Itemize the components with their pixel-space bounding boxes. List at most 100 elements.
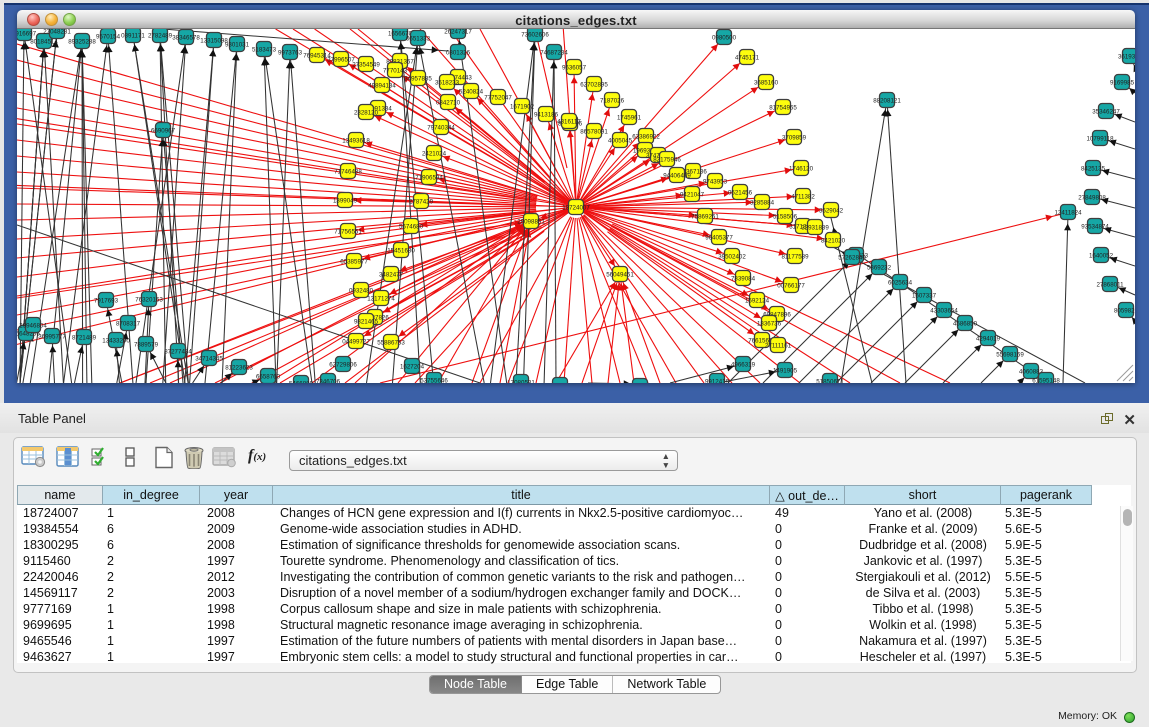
svg-text:38346578: 38346578 (172, 34, 200, 41)
svg-text:81177589: 81177589 (781, 253, 809, 260)
svg-text:80184514: 80184514 (30, 38, 58, 45)
svg-text:39502402: 39502402 (718, 253, 746, 260)
svg-text:9413186: 9413186 (534, 111, 559, 118)
svg-text:5158506: 5158506 (773, 213, 798, 220)
svg-text:3482477: 3482477 (379, 271, 404, 278)
svg-text:32931839: 32931839 (801, 224, 829, 231)
svg-text:76320163: 76320163 (135, 296, 163, 303)
svg-text:36995777: 36995777 (38, 333, 66, 340)
svg-text:1627204: 1627204 (400, 363, 425, 370)
svg-text:1671902: 1671902 (510, 103, 535, 110)
svg-text:73602606: 73602606 (521, 31, 549, 38)
svg-text:13433200: 13433200 (102, 337, 130, 344)
svg-text:27868011: 27868011 (1096, 281, 1124, 288)
svg-text:8425135: 8425135 (1081, 165, 1106, 172)
svg-text:6658760: 6658760 (256, 373, 281, 380)
svg-text:1640052: 1640052 (1089, 252, 1114, 259)
svg-text:9521456: 9521456 (728, 189, 753, 196)
svg-text:34957885: 34957885 (404, 75, 432, 82)
svg-text:86578091: 86578091 (580, 128, 608, 135)
svg-text:0391171: 0391171 (121, 32, 145, 39)
svg-text:28098851: 28098851 (517, 218, 545, 225)
svg-text:0980500: 0980500 (712, 34, 737, 41)
svg-text:8721489: 8721489 (72, 334, 97, 341)
svg-text:37996507: 37996507 (327, 56, 355, 63)
svg-text:5240824: 5240824 (459, 88, 484, 95)
svg-text:17080531: 17080531 (507, 379, 535, 386)
svg-text:18724007: 18724007 (562, 204, 590, 211)
svg-text:75869261: 75869261 (691, 213, 719, 220)
svg-text:71746488: 71746488 (334, 168, 362, 175)
svg-text:71906594: 71906594 (415, 174, 443, 181)
svg-text:51850671: 51850671 (816, 378, 844, 385)
svg-text:55886753: 55886753 (377, 339, 405, 346)
svg-text:9636057: 9636057 (562, 64, 587, 71)
svg-text:27354549: 27354549 (352, 61, 380, 68)
svg-text:9421047: 9421047 (680, 191, 705, 198)
svg-text:89325288: 89325288 (68, 38, 96, 45)
svg-text:5869232: 5869232 (867, 264, 892, 271)
svg-text:4745171: 4745171 (735, 54, 760, 61)
svg-text:3685160: 3685160 (754, 79, 779, 86)
svg-text:43303654: 43303654 (930, 307, 958, 314)
svg-text:93534874: 93534874 (1081, 223, 1109, 230)
svg-text:87277434: 87277434 (164, 348, 192, 355)
svg-text:4316117: 4316117 (557, 118, 581, 125)
svg-text:9912419: 9912419 (705, 378, 730, 385)
svg-text:62386922: 62386922 (632, 133, 660, 140)
svg-text:6916697: 6916697 (12, 30, 37, 37)
svg-text:2328120: 2328120 (354, 109, 379, 116)
svg-text:12411824: 12411824 (1054, 209, 1082, 216)
svg-text:3285884: 3285884 (750, 199, 775, 206)
svg-text:96405377: 96405377 (705, 234, 733, 241)
svg-text:60385977: 60385977 (340, 258, 368, 265)
svg-text:62702895: 62702895 (580, 81, 608, 88)
svg-text:27849808: 27849808 (1078, 194, 1106, 201)
svg-text:55698169: 55698169 (996, 351, 1024, 358)
svg-text:9821465: 9821465 (354, 318, 379, 325)
svg-text:7889579: 7889579 (134, 341, 159, 348)
svg-text:0330923: 0330923 (548, 382, 573, 389)
svg-text:35346247: 35346247 (1092, 108, 1120, 115)
svg-text:62729806: 62729806 (329, 361, 357, 368)
svg-text:94406409: 94406409 (663, 172, 691, 179)
svg-text:4966319: 4966319 (731, 361, 756, 368)
svg-text:49894134: 49894134 (368, 82, 396, 89)
svg-text:27111161: 27111161 (765, 342, 792, 349)
svg-text:61595148: 61595148 (1032, 377, 1060, 384)
svg-text:7839084: 7839084 (731, 275, 756, 282)
svg-text:8708317: 8708317 (116, 320, 141, 327)
svg-text:0801326: 0801326 (446, 49, 471, 56)
svg-text:13493618: 13493618 (342, 137, 370, 144)
svg-text:27048281: 27048281 (43, 28, 71, 35)
svg-text:53755646: 53755646 (420, 377, 448, 384)
svg-text:6690967: 6690967 (151, 127, 176, 134)
svg-text:2782489: 2782489 (148, 32, 173, 39)
svg-text:2787429: 2787429 (409, 198, 434, 205)
svg-text:88208121: 88208121 (873, 97, 901, 104)
svg-text:00766177: 00766177 (777, 282, 805, 289)
svg-text:8421020: 8421020 (821, 237, 846, 244)
svg-text:1745961: 1745961 (617, 114, 642, 121)
svg-text:5466889: 5466889 (289, 380, 314, 387)
svg-text:4586850: 4586850 (953, 320, 978, 327)
svg-text:13171274: 13171274 (367, 295, 395, 302)
svg-text:9570154: 9570154 (96, 33, 121, 40)
svg-text:2421024: 2421024 (422, 150, 447, 157)
svg-text:15451680: 15451680 (387, 247, 415, 254)
svg-text:3529042: 3529042 (819, 207, 844, 214)
svg-text:29946804: 29946804 (19, 322, 47, 329)
svg-text:1592124: 1592124 (745, 297, 770, 304)
svg-text:81754965: 81754965 (769, 104, 797, 111)
svg-text:5183473: 5183473 (252, 46, 277, 53)
svg-text:9301031: 9301031 (225, 41, 250, 48)
svg-text:7187026: 7187026 (600, 97, 625, 104)
svg-text:9743953: 9743953 (703, 178, 728, 185)
svg-text:57262849: 57262849 (838, 254, 866, 261)
svg-text:1607337: 1607337 (912, 292, 937, 299)
svg-text:0932480: 0932480 (349, 287, 374, 294)
svg-text:7193745: 7193745 (628, 383, 653, 390)
svg-text:8059826: 8059826 (1114, 307, 1139, 314)
svg-text:0842710: 0842710 (436, 99, 461, 106)
svg-text:4711382: 4711382 (791, 193, 815, 200)
